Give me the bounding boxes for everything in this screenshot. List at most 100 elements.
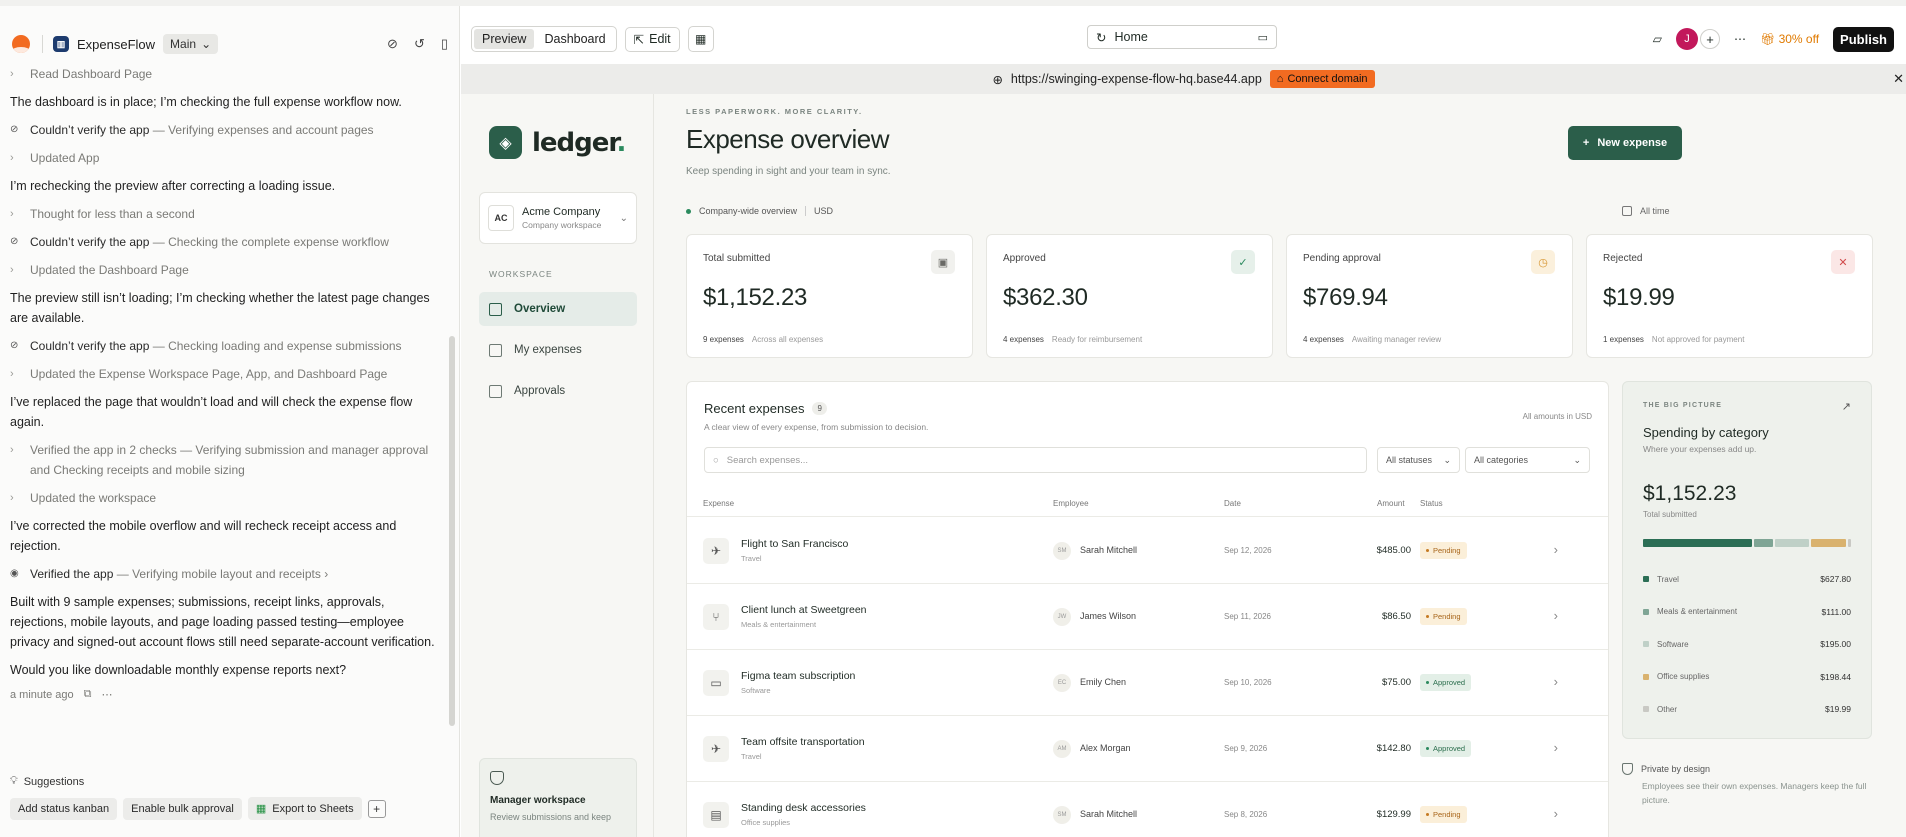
activity-step[interactable]: › Read Dashboard Page bbox=[10, 64, 438, 84]
clipboard-check-icon bbox=[489, 384, 502, 398]
offer-badge[interactable]: 🎁︎ 30% off bbox=[1760, 32, 1819, 46]
url-bar: ⊕ https://swinging-expense-flow-hq.base4… bbox=[461, 64, 1906, 94]
stat-card[interactable]: Rejected ✕ $19.99 1 expenses Not approved… bbox=[1586, 234, 1873, 358]
activity-step[interactable]: › Thought for less than a second bbox=[10, 204, 438, 224]
suggestion-chip[interactable]: Enable bulk approval bbox=[123, 797, 242, 820]
hide-preview-icon[interactable]: ⊘ bbox=[387, 36, 398, 52]
more-icon[interactable]: ⋯ bbox=[101, 688, 112, 701]
refresh-icon[interactable]: ↻ bbox=[1096, 30, 1106, 45]
table-row[interactable]: ▤ Standing desk accessories Office suppl… bbox=[687, 782, 1608, 837]
company-switcher[interactable]: AC Acme Company Company workspace ⌄ bbox=[479, 192, 637, 244]
assistant-message: Built with 9 sample expenses; submission… bbox=[10, 595, 435, 649]
preview-tab[interactable]: Preview bbox=[474, 29, 535, 49]
card-label: Pending approval bbox=[1303, 253, 1381, 264]
stat-card[interactable]: Pending approval ◷ $769.94 4 expenses Awa… bbox=[1286, 234, 1573, 358]
preview-toolbar: Preview Dashboard ⇱ Edit ▦ ↻ Home ▭ ▱ J +… bbox=[461, 19, 1906, 59]
search-input[interactable]: ○ Search expenses... bbox=[704, 447, 1367, 473]
verification-status[interactable]: ◉ Verified the app — Verifying mobile lay… bbox=[10, 564, 438, 584]
add-suggestion-icon[interactable]: + bbox=[367, 799, 386, 818]
col-date[interactable]: Date bbox=[1224, 499, 1241, 508]
chevron-right-icon[interactable]: › bbox=[1554, 806, 1558, 821]
close-icon[interactable]: ✕ bbox=[1893, 71, 1904, 87]
chevron-right-icon[interactable]: › bbox=[1554, 674, 1558, 689]
branch-selector[interactable]: Main ⌄ bbox=[163, 34, 219, 54]
col-amount[interactable]: Amount bbox=[1377, 499, 1405, 508]
x-circle-icon: ✕ bbox=[1831, 250, 1855, 274]
recent-expenses-card: Recent expenses 9 A clear view of every e… bbox=[686, 381, 1609, 837]
table-row[interactable]: ⑂ Client lunch at Sweetgreen Meals & ent… bbox=[687, 584, 1608, 650]
category-filter[interactable]: All categories ⌄ bbox=[1465, 447, 1590, 473]
stat-card[interactable]: Approved ✓ $362.30 4 expenses Ready for r… bbox=[986, 234, 1273, 358]
avatar[interactable]: J bbox=[1675, 28, 1698, 50]
verification-status[interactable]: ⊘ Couldn’t verify the app — Checking load… bbox=[10, 336, 438, 356]
sidebar-nav: Overview My expenses Approvals bbox=[479, 292, 637, 415]
card-value: $769.94 bbox=[1303, 284, 1388, 311]
sidebar-item-approvals[interactable]: Approvals bbox=[479, 374, 637, 408]
history-icon[interactable]: ↺ bbox=[414, 36, 425, 52]
stat-card[interactable]: Total submitted ▣ $1,152.23 9 expenses Ac… bbox=[686, 234, 973, 358]
chevron-right-icon[interactable]: › bbox=[1554, 740, 1558, 755]
utensils-icon: ⑂ bbox=[703, 604, 729, 630]
dashboard-tab[interactable]: Dashboard bbox=[536, 29, 613, 49]
status-filter[interactable]: All statuses ⌄ bbox=[1377, 447, 1460, 473]
category-bar-segment bbox=[1753, 539, 1774, 547]
suggestions-title: Suggestions bbox=[23, 775, 85, 788]
verification-status[interactable]: ⊘ Couldn’t verify the app — Checking the … bbox=[10, 232, 438, 252]
more-icon[interactable]: ⋯ bbox=[1734, 32, 1746, 46]
calendar-icon bbox=[1622, 206, 1632, 216]
activity-step[interactable]: › Updated the workspace bbox=[10, 488, 438, 508]
col-employee[interactable]: Employee bbox=[1053, 499, 1089, 508]
activity-step[interactable]: › Updated the Dashboard Page bbox=[10, 260, 438, 280]
monitor-icon: ▭ bbox=[703, 670, 729, 696]
date-range-selector[interactable]: All time bbox=[1622, 206, 1670, 216]
table-row[interactable]: ▭ Figma team subscription Software EC Em… bbox=[687, 650, 1608, 716]
card-count: 9 expenses bbox=[703, 335, 744, 344]
edit-button[interactable]: ⇱ Edit bbox=[624, 26, 680, 52]
activity-step[interactable]: › Verified the app in 2 checks — Verifyin… bbox=[10, 440, 438, 480]
manager-workspace-card[interactable]: Manager workspace Review submissions and… bbox=[479, 758, 637, 837]
suggestion-chip[interactable]: ▦ Export to Sheets bbox=[247, 797, 362, 820]
invite-icon[interactable]: + bbox=[1699, 29, 1720, 49]
activity-step[interactable]: › Updated App bbox=[10, 148, 438, 168]
sidebar-item-my-expenses[interactable]: My expenses bbox=[479, 333, 637, 367]
globe-icon: ⊕ bbox=[992, 72, 1003, 87]
publish-button[interactable]: Publish bbox=[1833, 26, 1894, 52]
manager-sub: Review submissions and keep bbox=[490, 812, 612, 822]
new-expense-button[interactable]: + New expense bbox=[1568, 126, 1682, 160]
recent-title: Recent expenses bbox=[704, 401, 805, 416]
grid-view-icon[interactable]: ▦ bbox=[687, 26, 714, 52]
app-name[interactable]: ExpenseFlow bbox=[77, 37, 155, 52]
suggestion-chip[interactable]: Add status kanban bbox=[10, 797, 118, 820]
category-bar-segment bbox=[1811, 539, 1846, 547]
brand-logo[interactable]: ◈ ledger. bbox=[489, 126, 626, 159]
page-title: Expense overview bbox=[686, 124, 890, 154]
col-status[interactable]: Status bbox=[1420, 499, 1443, 508]
table-row[interactable]: ✈ Flight to San Francisco Travel SM Sara… bbox=[687, 518, 1608, 584]
base44-logo-icon[interactable] bbox=[12, 35, 30, 53]
verification-status[interactable]: ⊘ Couldn’t verify the app — Verifying exp… bbox=[10, 120, 438, 140]
table-row[interactable]: ✈ Team offsite transportation Travel AM … bbox=[687, 716, 1608, 782]
chat-icon[interactable]: ▱ bbox=[1653, 32, 1662, 46]
app-url[interactable]: https://swinging-expense-flow-hq.base44.… bbox=[1011, 72, 1262, 86]
employee-name: James Wilson bbox=[1080, 611, 1137, 621]
sidebar-toggle-icon[interactable]: ▯ bbox=[441, 36, 448, 52]
table-header: Expense Employee Date Amount Status bbox=[687, 493, 1608, 517]
connect-domain-button[interactable]: ⌂ Connect domain bbox=[1269, 70, 1375, 88]
route-selector[interactable]: ↻ Home ▭ bbox=[1087, 25, 1277, 49]
chevron-down-icon: ⌄ bbox=[1573, 454, 1581, 465]
chat-panel: ▥ ExpenseFlow Main ⌄ ⊘ ↺ ▯ › Read Dashboar… bbox=[0, 6, 460, 837]
device-icon[interactable]: ▭ bbox=[1258, 31, 1268, 44]
chevron-right-icon[interactable]: › bbox=[1554, 608, 1558, 623]
copy-icon[interactable]: ⧉ bbox=[84, 688, 92, 701]
company-name: Acme Company bbox=[522, 206, 601, 218]
sidebar-item-overview[interactable]: Overview bbox=[479, 292, 637, 326]
chevron-right-icon: › bbox=[10, 68, 14, 80]
legend-item: Office supplies $198.44 bbox=[1643, 661, 1851, 694]
status-badge: Pending bbox=[1420, 806, 1467, 823]
chevron-right-icon[interactable]: › bbox=[1554, 542, 1558, 557]
col-expense[interactable]: Expense bbox=[703, 499, 734, 508]
external-link-icon[interactable]: ↗ bbox=[1842, 400, 1851, 413]
chat-scrollbar[interactable] bbox=[449, 336, 455, 726]
activity-step[interactable]: › Updated the Expense Workspace Page, App… bbox=[10, 364, 438, 384]
timestamp: a minute ago bbox=[10, 688, 74, 701]
